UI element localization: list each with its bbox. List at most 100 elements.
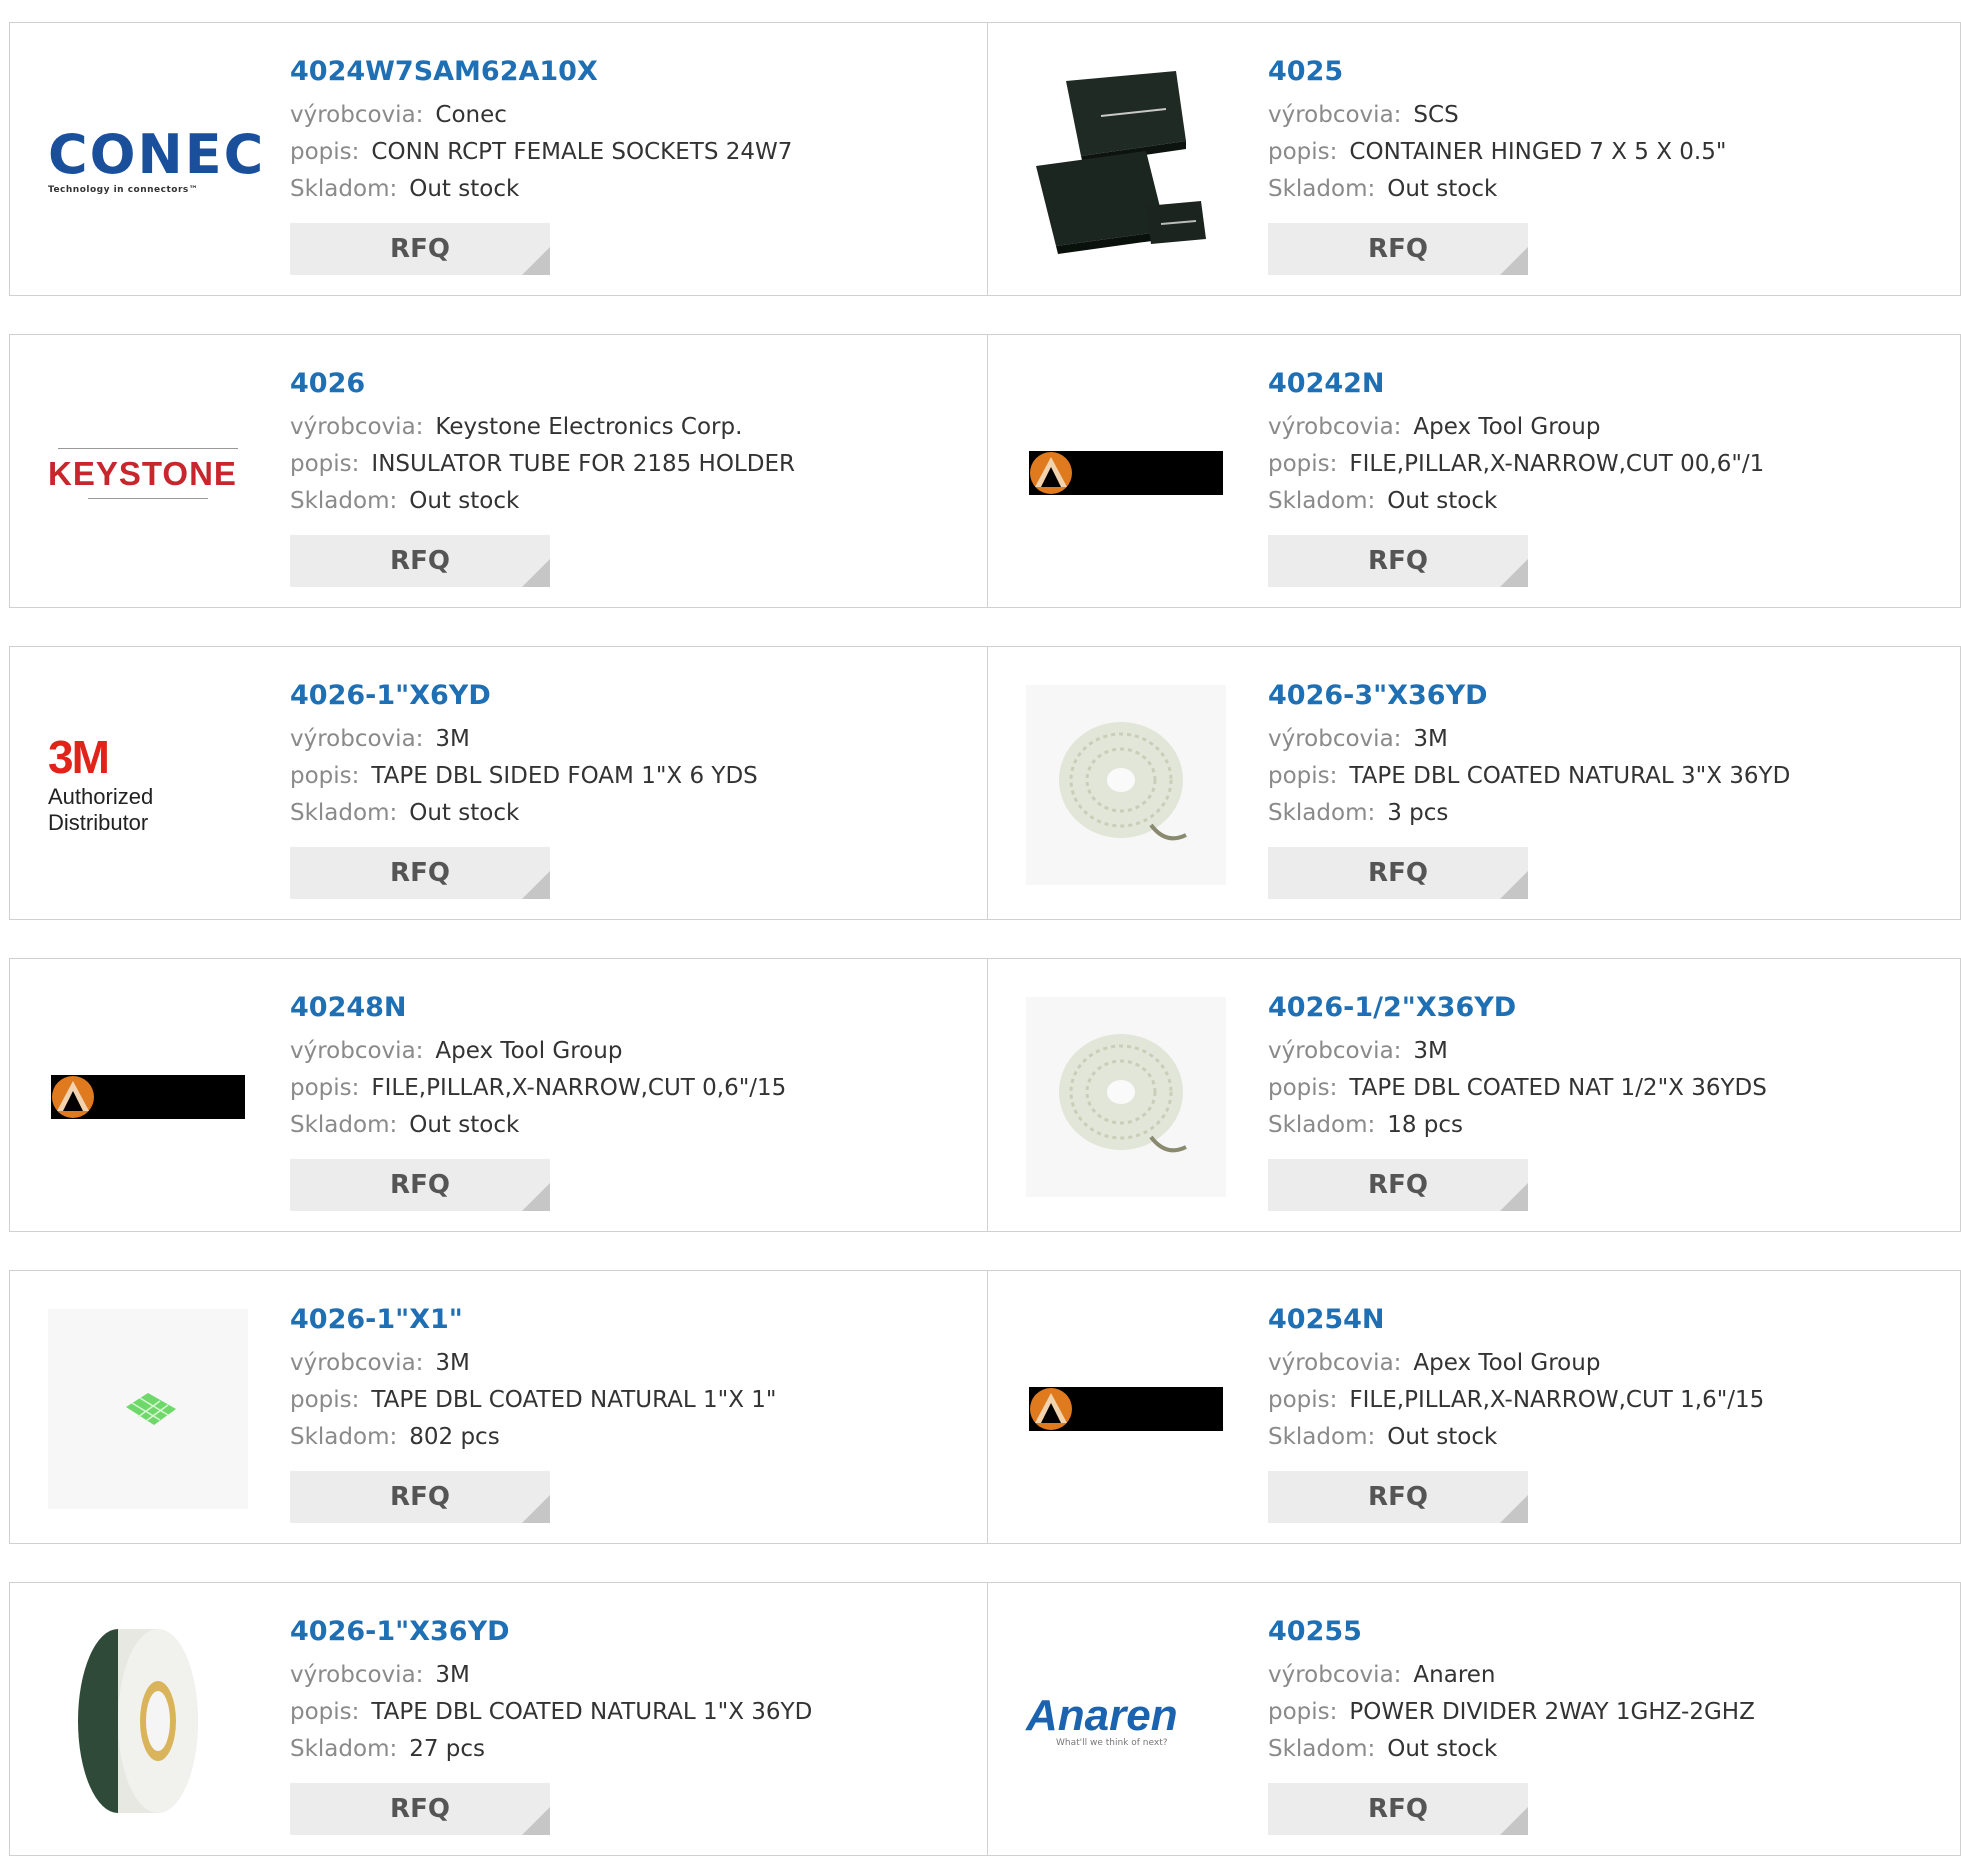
stock-line: Skladom: 18 pcs (1268, 1107, 1928, 1144)
part-number-link[interactable]: 4025 (1268, 53, 1928, 97)
rfq-button[interactable]: RFQ (290, 1471, 550, 1523)
product-image[interactable]: CONEC Technology in connectors™ (48, 61, 263, 261)
description-label: popis: (1268, 451, 1338, 477)
manufacturer-value: 3M (1413, 1038, 1448, 1064)
stock-value: Out stock (409, 488, 520, 514)
manufacturer-label: výrobcovia: (1268, 1038, 1402, 1064)
rfq-button[interactable]: RFQ (290, 223, 550, 275)
part-number-link[interactable]: 4026-1"X1" (290, 1301, 950, 1345)
manufacturer-value: Anaren (1413, 1662, 1496, 1688)
corner-fold-icon (522, 247, 550, 275)
product-info: 4026-3"X36YD výrobcovia: 3M popis: TAPE DB… (1268, 677, 1928, 832)
corner-fold-icon (522, 1807, 550, 1835)
product-image[interactable] (48, 1309, 248, 1509)
description-line: popis: FILE,PILLAR,X-NARROW,CUT 0,6"/15 (290, 1070, 950, 1107)
manufacturer-value: Apex Tool Group (1413, 1350, 1601, 1376)
stock-value: 3 pcs (1387, 800, 1449, 826)
description-value: CONTAINER HINGED 7 X 5 X 0.5" (1349, 139, 1727, 165)
manufacturer-line: výrobcovia: Conec (290, 97, 950, 134)
stock-line: Skladom: Out stock (290, 483, 950, 520)
product-image[interactable]: KEYSTONE (48, 373, 248, 573)
stock-value: 18 pcs (1387, 1112, 1464, 1138)
manufacturer-line: výrobcovia: Apex Tool Group (1268, 409, 1928, 446)
description-value: FILE,PILLAR,X-NARROW,CUT 00,6"/1 (1349, 451, 1765, 477)
product-card: 4026-3"X36YD výrobcovia: 3M popis: TAPE DB… (988, 647, 1961, 919)
rfq-button[interactable]: RFQ (1268, 223, 1528, 275)
stock-line: Skladom: 27 pcs (290, 1731, 950, 1768)
product-info: 4026-1"X36YD výrobcovia: 3M popis: TAPE DB… (290, 1613, 950, 1768)
description-value: INSULATOR TUBE FOR 2185 HOLDER (371, 451, 795, 477)
product-card: 4025 výrobcovia: SCS popis: CONTAINER HING… (988, 23, 1961, 295)
rfq-label: RFQ (1368, 1482, 1428, 1512)
part-number-link[interactable]: 4026-1/2"X36YD (1268, 989, 1928, 1033)
part-number-link[interactable]: 4024W7SAM62A10X (290, 53, 950, 97)
product-image[interactable] (1026, 997, 1226, 1197)
product-row: CONEC Technology in connectors™ 4024W7SA… (9, 22, 1961, 296)
stock-value: Out stock (409, 800, 520, 826)
description-label: popis: (1268, 763, 1338, 789)
manufacturer-label: výrobcovia: (290, 1038, 424, 1064)
description-value: FILE,PILLAR,X-NARROW,CUT 1,6"/15 (1349, 1387, 1765, 1413)
product-image[interactable] (1026, 685, 1226, 885)
description-label: popis: (290, 1387, 360, 1413)
description-line: popis: POWER DIVIDER 2WAY 1GHZ-2GHZ (1268, 1694, 1928, 1731)
description-value: POWER DIVIDER 2WAY 1GHZ-2GHZ (1349, 1699, 1755, 1725)
product-card: 40248N výrobcovia: Apex Tool Group popis:… (10, 959, 988, 1231)
part-number-link[interactable]: 4026-3"X36YD (1268, 677, 1928, 721)
tape-square-photo (48, 1309, 248, 1509)
description-line: popis: TAPE DBL COATED NAT 1/2"X 36YDS (1268, 1070, 1928, 1107)
part-number-link[interactable]: 40255 (1268, 1613, 1928, 1657)
part-number-link[interactable]: 4026-1"X36YD (290, 1613, 950, 1657)
rfq-button[interactable]: RFQ (1268, 1783, 1528, 1835)
manufacturer-value: 3M (435, 726, 470, 752)
stock-value: 27 pcs (409, 1736, 486, 1762)
rfq-button[interactable]: RFQ (1268, 1159, 1528, 1211)
stock-label: Skladom: (290, 800, 398, 826)
product-card: Anaren What'll we think of next? 40255 v… (988, 1583, 1961, 1855)
stock-label: Skladom: (290, 1112, 398, 1138)
product-image[interactable]: Anaren What'll we think of next? (1026, 1621, 1226, 1821)
product-image[interactable] (48, 997, 248, 1197)
product-row: 4026-1"X1" výrobcovia: 3M popis: TAPE DBL … (9, 1270, 1961, 1544)
manufacturer-label: výrobcovia: (290, 414, 424, 440)
stock-label: Skladom: (290, 488, 398, 514)
manufacturer-label: výrobcovia: (290, 1662, 424, 1688)
manufacturer-line: výrobcovia: 3M (290, 1657, 950, 1694)
stock-label: Skladom: (290, 176, 398, 202)
corner-fold-icon (522, 1495, 550, 1523)
product-grid: CONEC Technology in connectors™ 4024W7SA… (0, 0, 1961, 1856)
product-info: 4025 výrobcovia: SCS popis: CONTAINER HING… (1268, 53, 1928, 208)
manufacturer-value: Conec (435, 102, 507, 128)
product-image[interactable] (1026, 1309, 1226, 1509)
product-image[interactable]: 3M Authorized Distributor (48, 685, 248, 885)
manufacturer-label: výrobcovia: (1268, 726, 1402, 752)
rfq-button[interactable]: RFQ (290, 1159, 550, 1211)
part-number-link[interactable]: 40242N (1268, 365, 1928, 409)
apex-logo (1029, 451, 1223, 495)
product-card: 4026-1"X36YD výrobcovia: 3M popis: TAPE DB… (10, 1583, 988, 1855)
part-number-link[interactable]: 40254N (1268, 1301, 1928, 1345)
rfq-button[interactable]: RFQ (1268, 1471, 1528, 1523)
rfq-button[interactable]: RFQ (290, 1783, 550, 1835)
stock-line: Skladom: Out stock (290, 171, 950, 208)
rfq-label: RFQ (390, 1794, 450, 1824)
rfq-button[interactable]: RFQ (290, 847, 550, 899)
product-image[interactable] (1026, 61, 1226, 261)
rfq-button[interactable]: RFQ (1268, 847, 1528, 899)
rfq-button[interactable]: RFQ (1268, 535, 1528, 587)
apex-logo (1029, 1387, 1223, 1431)
stock-label: Skladom: (1268, 488, 1376, 514)
product-image[interactable] (48, 1621, 248, 1821)
manufacturer-line: výrobcovia: Apex Tool Group (290, 1033, 950, 1070)
rfq-button[interactable]: RFQ (290, 535, 550, 587)
product-image[interactable] (1026, 373, 1226, 573)
rfq-label: RFQ (1368, 546, 1428, 576)
product-card: 3M Authorized Distributor 4026-1"X6YD vý… (10, 647, 988, 919)
tape-roll-photo (1026, 685, 1226, 885)
part-number-link[interactable]: 4026-1"X6YD (290, 677, 950, 721)
part-number-link[interactable]: 4026 (290, 365, 950, 409)
product-info: 40254N výrobcovia: Apex Tool Group popis:… (1268, 1301, 1928, 1456)
part-number-link[interactable]: 40248N (290, 989, 950, 1033)
corner-fold-icon (1500, 1495, 1528, 1523)
rfq-label: RFQ (390, 234, 450, 264)
